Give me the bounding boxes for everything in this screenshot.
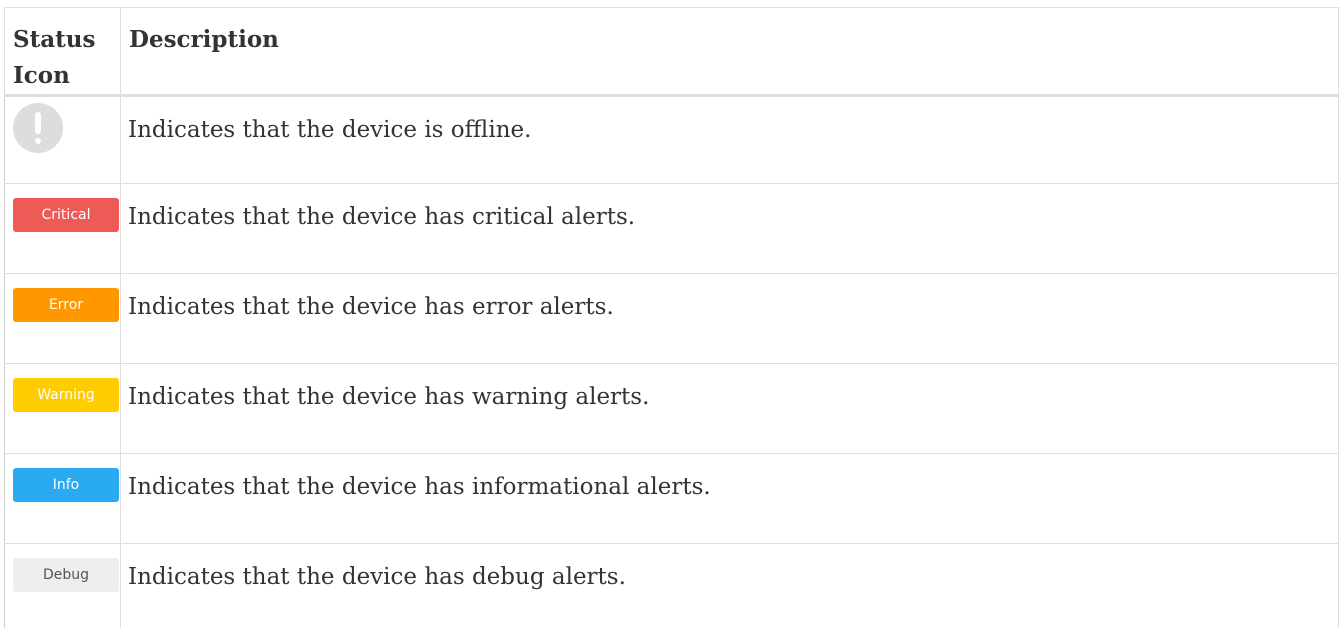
description-cell: Indicates that the device has debug aler…	[120, 543, 1339, 628]
description-cell: Indicates that the device has critical a…	[120, 183, 1339, 274]
table-row: Indicates that the device is offline.	[4, 95, 1339, 184]
status-icon-cell: Debug	[4, 543, 121, 628]
table-header-row: Status Icon Description	[4, 7, 1339, 97]
debug-badge: Debug	[13, 558, 119, 592]
status-icon-cell: Warning	[4, 363, 121, 454]
status-icon-table: Status Icon Description Indicates that t…	[4, 7, 1339, 628]
header-description: Description	[120, 7, 1339, 97]
table-row: Error Indicates that the device has erro…	[4, 273, 1339, 364]
header-status-icon: Status Icon	[4, 7, 121, 97]
status-icon-cell: Info	[4, 453, 121, 544]
error-badge: Error	[13, 288, 119, 322]
description-cell: Indicates that the device is offline.	[120, 95, 1339, 184]
info-badge: Info	[13, 468, 119, 502]
description-cell: Indicates that the device has informatio…	[120, 453, 1339, 544]
status-icon-cell: Error	[4, 273, 121, 364]
warning-badge: Warning	[13, 378, 119, 412]
status-icon-cell: Critical	[4, 183, 121, 274]
table-row: Info Indicates that the device has infor…	[4, 453, 1339, 544]
table-row: Critical Indicates that the device has c…	[4, 183, 1339, 274]
status-icon-cell	[4, 95, 121, 184]
offline-icon	[13, 103, 63, 153]
critical-badge: Critical	[13, 198, 119, 232]
table-row: Debug Indicates that the device has debu…	[4, 543, 1339, 628]
description-cell: Indicates that the device has error aler…	[120, 273, 1339, 364]
description-cell: Indicates that the device has warning al…	[120, 363, 1339, 454]
table-row: Warning Indicates that the device has wa…	[4, 363, 1339, 454]
